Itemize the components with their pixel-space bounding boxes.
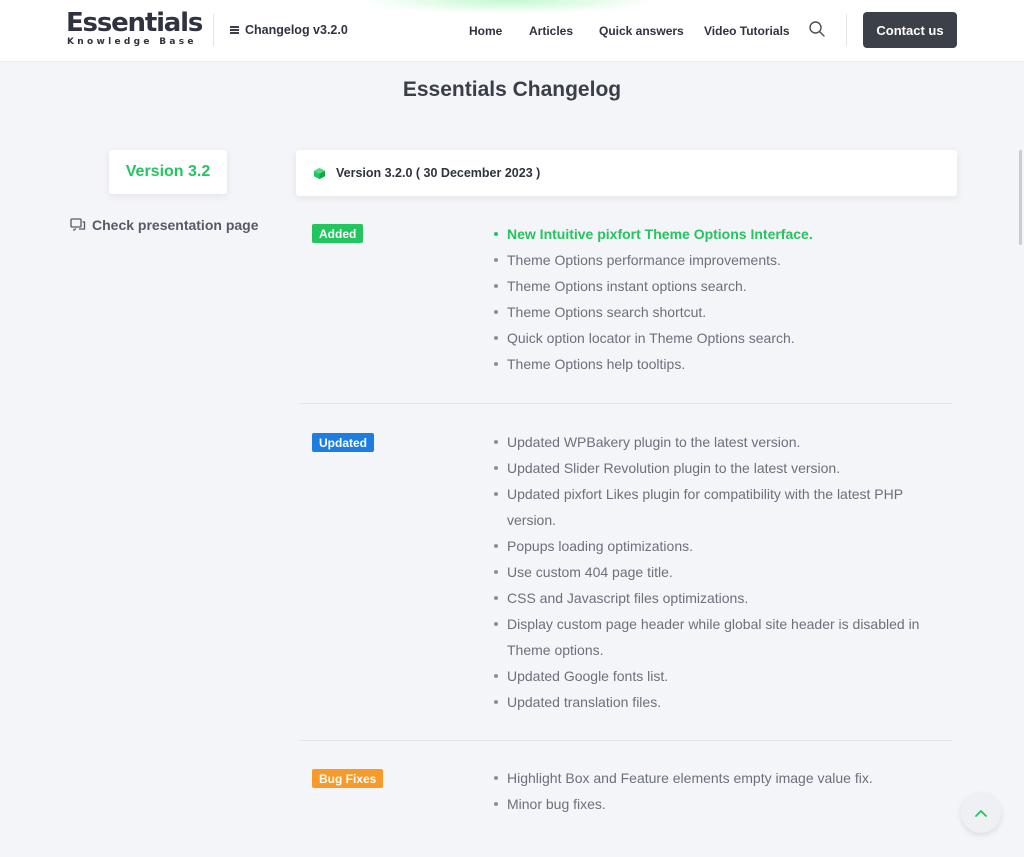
list-item: Theme Options instant options search. — [493, 273, 933, 299]
list-item: Highlight Box and Feature elements empty… — [493, 765, 933, 791]
bug-fixes-list: Highlight Box and Feature elements empty… — [493, 765, 933, 817]
list-item: Updated Google fonts list. — [493, 663, 933, 689]
nav-articles[interactable]: Articles — [529, 24, 573, 38]
changelog-menu-button[interactable]: Changelog v3.2.0 — [230, 22, 348, 38]
scrollbar-thumb[interactable] — [1019, 150, 1022, 245]
list-item: Popups loading optimizations. — [493, 533, 933, 559]
bug-fixes-badge: Bug Fixes — [312, 769, 384, 788]
updated-list: Updated WPBakery plugin to the latest ve… — [493, 429, 933, 715]
site-header: Essentials Knowledge Base Changelog v3.2… — [0, 0, 1024, 62]
presentation-page-link[interactable]: Check presentation page — [70, 216, 259, 234]
page-title: Essentials Changelog — [402, 78, 622, 101]
list-item: Theme Options help tooltips. — [493, 351, 933, 377]
list-item: Updated pixfort Likes plugin for compati… — [493, 481, 933, 533]
list-item: Minor bug fixes. — [493, 791, 933, 817]
hamburger-icon — [230, 26, 239, 34]
scroll-to-top-button[interactable] — [961, 793, 1001, 833]
chat-bubbles-icon — [70, 218, 86, 232]
header-divider — [213, 14, 214, 46]
chevron-up-icon — [975, 810, 987, 817]
changelog-menu-label: Changelog v3.2.0 — [245, 23, 348, 37]
search-icon[interactable] — [808, 20, 826, 38]
nav-video-tutorials[interactable]: Video Tutorials — [704, 24, 790, 38]
cube-icon — [313, 167, 326, 179]
added-list: New Intuitive pixfort Theme Options Inte… — [493, 221, 933, 377]
list-item: New Intuitive pixfort Theme Options Inte… — [493, 221, 933, 247]
list-item: Updated Slider Revolution plugin to the … — [493, 455, 933, 481]
list-item: Quick option locator in Theme Options se… — [493, 325, 933, 351]
contact-us-button[interactable]: Contact us — [863, 12, 957, 48]
list-item: CSS and Javascript files optimizations. — [493, 585, 933, 611]
version-selector[interactable]: Version 3.2 — [109, 150, 227, 194]
header-divider — [846, 14, 847, 46]
version-header-title: Version 3.2.0 ( 30 December 2023 ) — [336, 166, 541, 180]
list-item: Theme Options search shortcut. — [493, 299, 933, 325]
list-item: Theme Options performance improvements. — [493, 247, 933, 273]
added-badge: Added — [312, 224, 364, 243]
version-header-card: Version 3.2.0 ( 30 December 2023 ) — [296, 150, 957, 196]
list-item: Updated WPBakery plugin to the latest ve… — [493, 429, 933, 455]
nav-home[interactable]: Home — [469, 24, 502, 38]
presentation-link-label: Check presentation page — [92, 217, 259, 233]
site-logo[interactable]: Essentials Knowledge Base — [66, 8, 203, 48]
list-item: Display custom page header while global … — [493, 611, 933, 663]
list-item: Use custom 404 page title. — [493, 559, 933, 585]
header-glow — [360, 0, 660, 14]
section-divider — [300, 403, 952, 404]
section-divider — [300, 740, 952, 741]
logo-sub-text: Knowledge Base — [67, 37, 197, 47]
logo-main-text: Essentials — [66, 8, 203, 38]
list-item: Updated translation files. — [493, 689, 933, 715]
updated-badge: Updated — [312, 433, 374, 452]
nav-quick-answers[interactable]: Quick answers — [599, 24, 684, 38]
